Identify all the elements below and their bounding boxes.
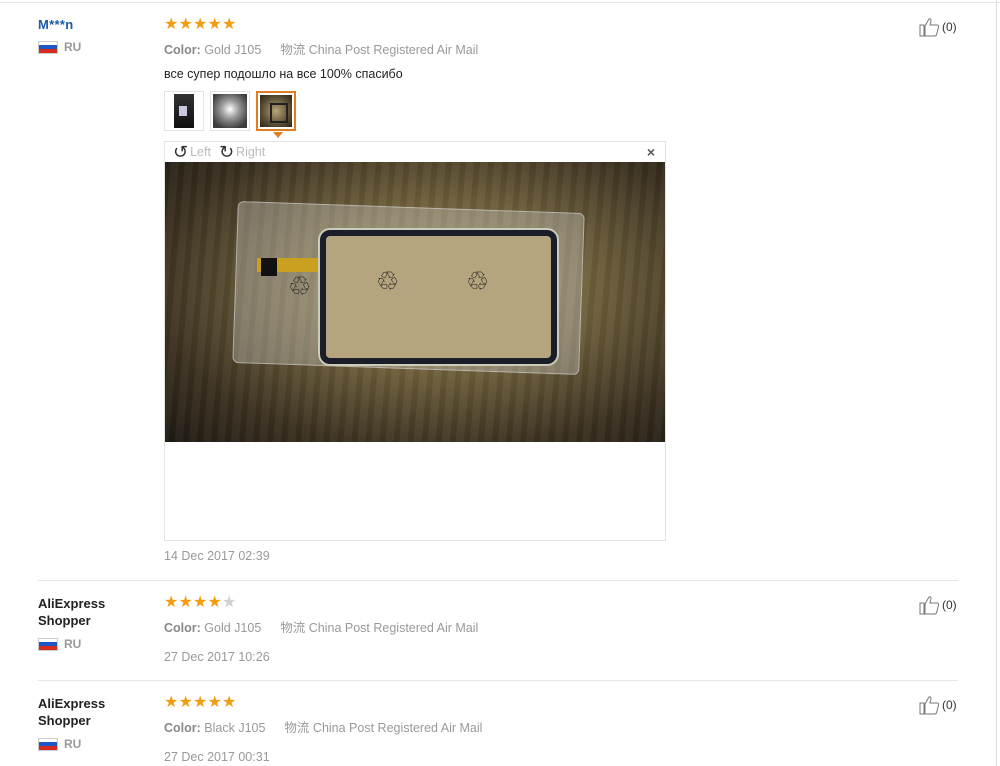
rotate-right-label: Right <box>236 145 266 159</box>
star-icon: ★ <box>207 594 222 611</box>
helpful-button[interactable]: (0) <box>918 595 957 615</box>
photo-thumbnail[interactable] <box>164 91 204 131</box>
rotate-right-icon: ↻ <box>218 142 235 162</box>
star-icon: ★ <box>193 594 208 611</box>
review-date: 27 Dec 2017 10:26 <box>164 650 270 664</box>
rotate-left-icon: ↺ <box>173 142 189 162</box>
russia-flag-icon <box>38 637 58 651</box>
star-empty-icon: ★ <box>222 594 237 611</box>
review-body: ★ ★ ★ ★ ★ Color: Black J105 物流 China Pos… <box>164 695 904 765</box>
star-icon: ★ <box>164 594 179 611</box>
rating-stars: ★ ★ ★ ★ ★ <box>164 17 904 33</box>
user-name: AliExpress Shopper <box>38 596 106 628</box>
color-label: Color: <box>164 621 201 635</box>
rating-stars: ★ ★ ★ ★ ★ <box>164 695 904 711</box>
photo-thumbnail-selected[interactable] <box>256 91 296 138</box>
helpful-count: (0) <box>942 598 957 612</box>
user-country: RU <box>38 637 148 651</box>
star-icon: ★ <box>178 16 193 33</box>
review-user: AliExpress Shopper RU <box>38 695 148 751</box>
order-info: Color: Gold J105 物流 China Post Registere… <box>164 617 904 636</box>
rotate-right-button[interactable]: ↻ Right <box>219 143 265 161</box>
thumbs-up-icon <box>918 17 940 37</box>
thumbs-up-icon <box>918 595 940 615</box>
helpful-count: (0) <box>942 698 957 712</box>
helpful-button[interactable]: (0) <box>918 17 957 37</box>
color-label: Color: <box>164 43 201 57</box>
review-divider <box>38 580 958 581</box>
star-icon: ★ <box>164 16 179 33</box>
top-divider <box>0 2 1000 3</box>
selected-caret <box>273 132 283 138</box>
star-icon: ★ <box>193 694 208 711</box>
country-code: RU <box>64 737 82 751</box>
color-value: Black J105 <box>204 721 266 735</box>
photo-thumbnails <box>164 91 904 138</box>
color-value: Gold J105 <box>204 43 262 57</box>
user-country: RU <box>38 40 148 54</box>
star-icon: ★ <box>178 594 193 611</box>
order-info: Color: Gold J105 物流 China Post Registere… <box>164 39 904 58</box>
country-code: RU <box>64 40 82 54</box>
star-icon: ★ <box>207 16 222 33</box>
review-date: 14 Dec 2017 02:39 <box>164 549 270 563</box>
thumbs-up-icon <box>918 695 940 715</box>
shipping-value: China Post Registered Air Mail <box>308 43 479 57</box>
color-label: Color: <box>164 721 201 735</box>
review-photo: ♲ ♲ ♲ <box>165 162 665 442</box>
photo-thumbnail[interactable] <box>210 91 250 131</box>
review-body: ★ ★ ★ ★ ★ Color: Gold J105 物流 China Post… <box>164 595 904 665</box>
close-icon[interactable]: × <box>647 144 655 160</box>
user-name: AliExpress Shopper <box>38 696 106 728</box>
shipping-value: China Post Registered Air Mail <box>312 721 483 735</box>
order-info: Color: Black J105 物流 China Post Register… <box>164 717 904 736</box>
review-user: AliExpress Shopper RU <box>38 595 148 651</box>
star-icon: ★ <box>193 16 208 33</box>
user-country: RU <box>38 737 148 751</box>
viewer-toolbar: ↺ Left ↻ Right × <box>165 142 665 162</box>
rotate-left-label: Left <box>190 145 211 159</box>
review-body: ★ ★ ★ ★ ★ Color: Gold J105 物流 China Post… <box>164 17 904 563</box>
shipping-label: 物流 <box>280 621 306 635</box>
helpful-button[interactable]: (0) <box>918 695 957 715</box>
star-icon: ★ <box>207 694 222 711</box>
star-icon: ★ <box>222 16 237 33</box>
shipping-label: 物流 <box>284 721 310 735</box>
user-name[interactable]: M***n <box>38 17 148 32</box>
russia-flag-icon <box>38 737 58 751</box>
shipping-label: 物流 <box>280 43 306 57</box>
review-user: M***n RU <box>38 17 148 54</box>
russia-flag-icon <box>38 40 58 54</box>
photo-viewer: ↺ Left ↻ Right × ♲ ♲ ♲ <box>164 141 666 541</box>
star-icon: ★ <box>164 694 179 711</box>
review-date: 27 Dec 2017 00:31 <box>164 750 270 764</box>
shipping-value: China Post Registered Air Mail <box>308 621 479 635</box>
star-icon: ★ <box>178 694 193 711</box>
rotate-left-button[interactable]: ↺ Left <box>173 143 211 161</box>
color-value: Gold J105 <box>204 621 262 635</box>
review-comment: все супер подошло на все 100% спасибо <box>164 67 403 81</box>
review-divider <box>38 680 958 681</box>
helpful-count: (0) <box>942 20 957 34</box>
star-icon: ★ <box>222 694 237 711</box>
rating-stars: ★ ★ ★ ★ ★ <box>164 595 904 611</box>
country-code: RU <box>64 637 82 651</box>
